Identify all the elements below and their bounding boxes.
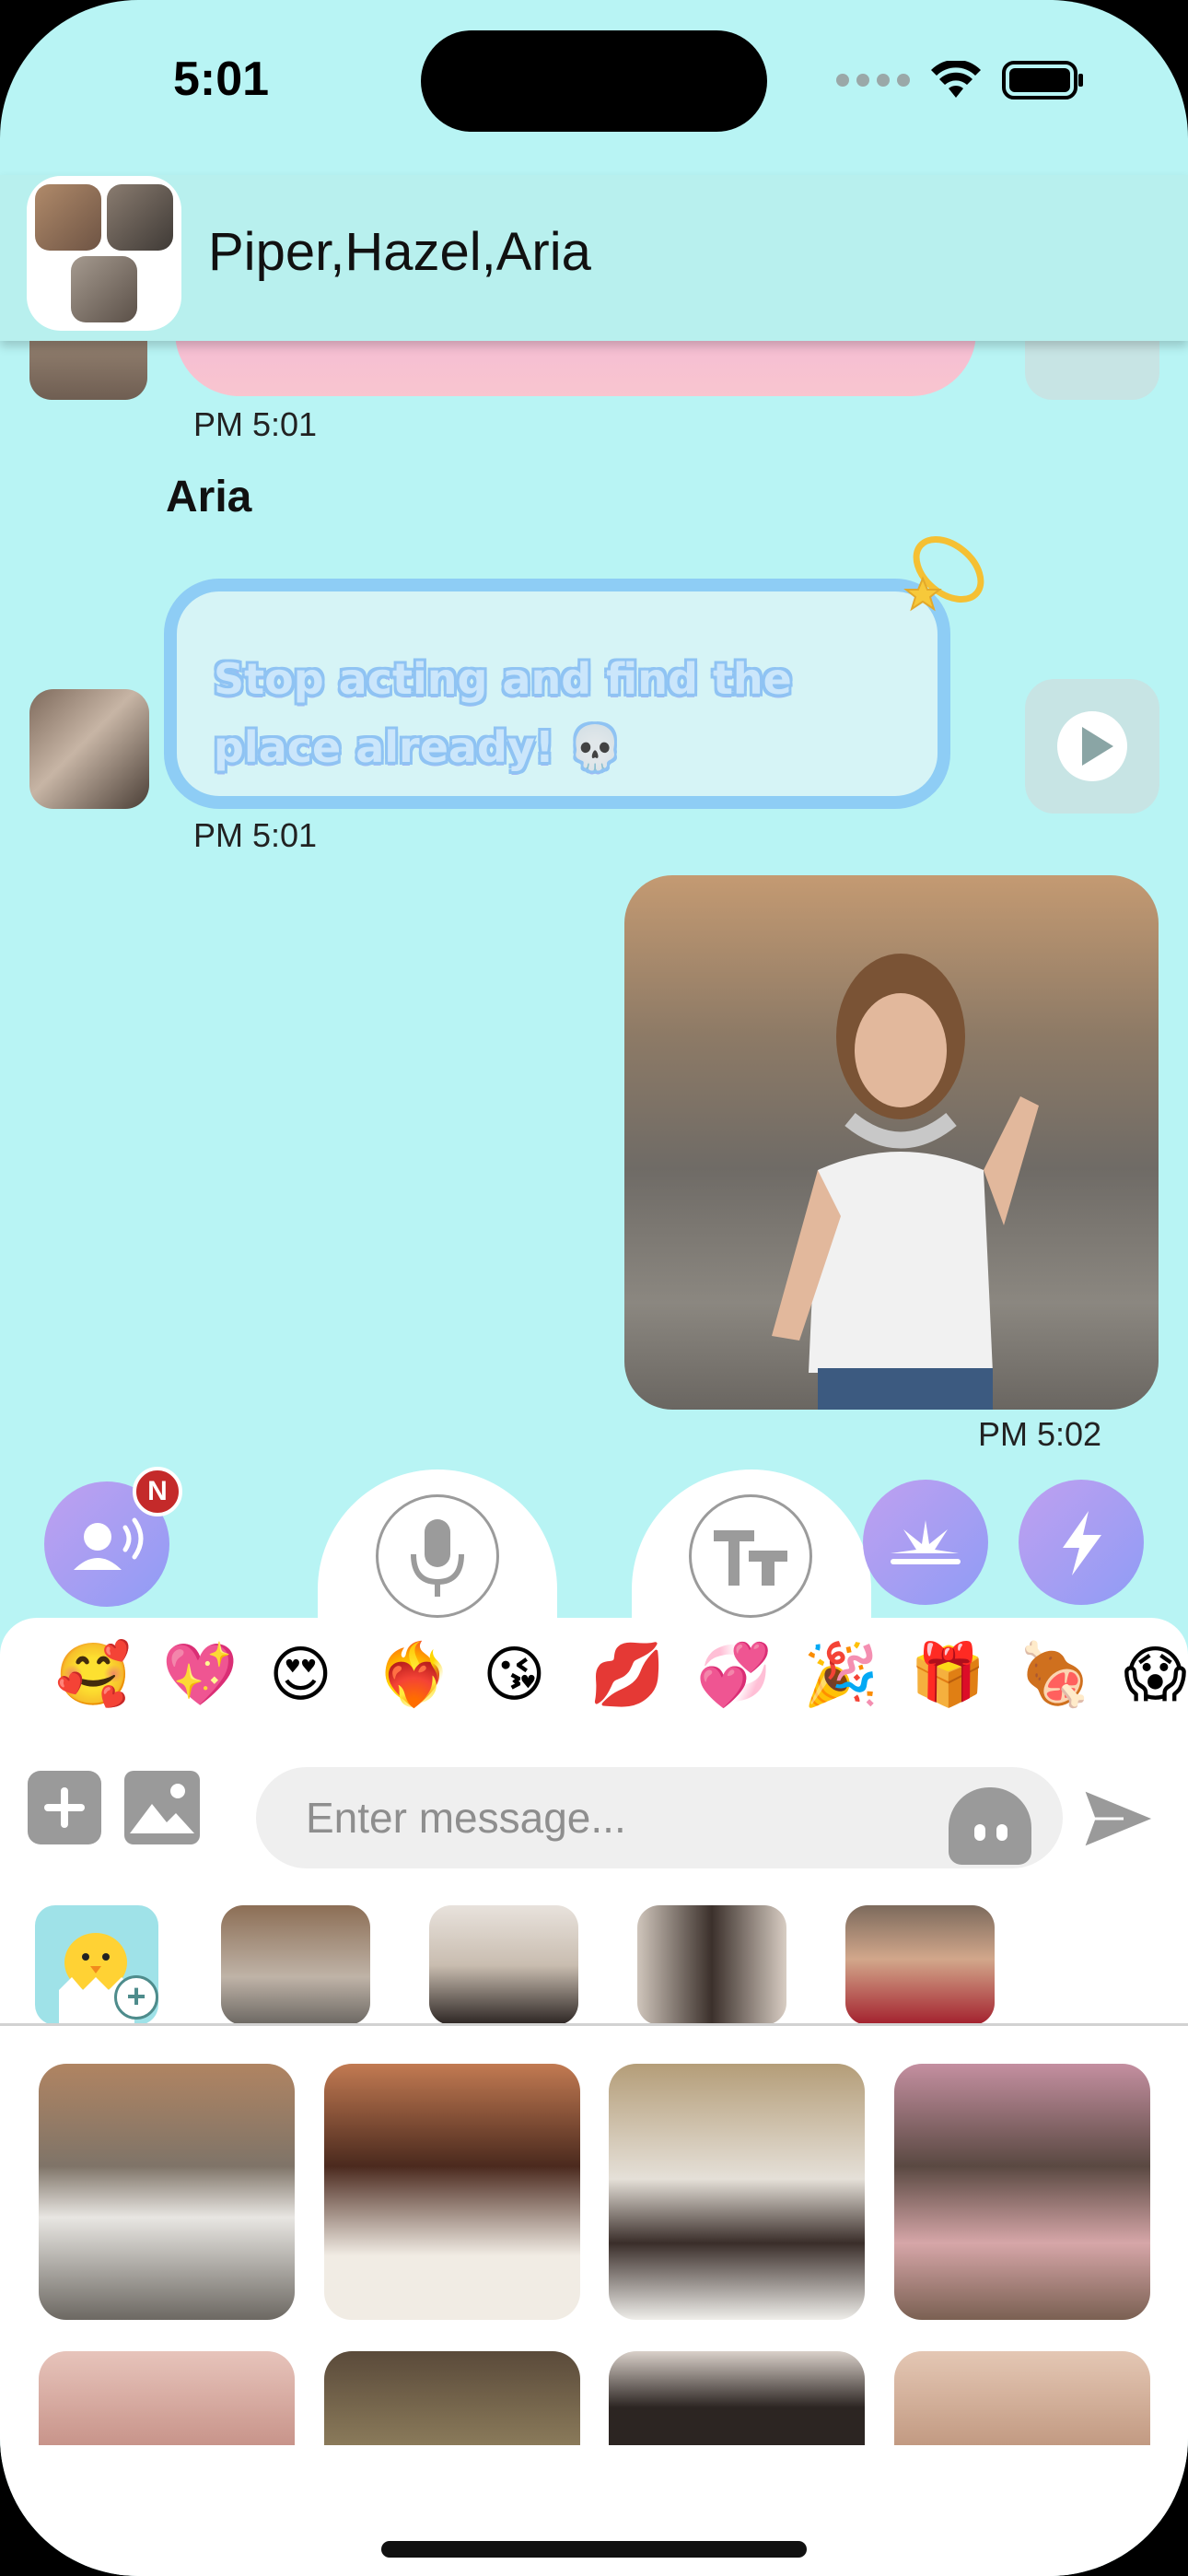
emoji-item[interactable]: 😍: [269, 1640, 332, 1710]
emoji-item[interactable]: 🎁: [910, 1640, 985, 1710]
video-thumbnail: [772, 954, 1039, 1410]
emoji-item[interactable]: 🍖: [1017, 1640, 1092, 1710]
effects-button[interactable]: [863, 1480, 988, 1605]
send-icon: [1081, 1787, 1157, 1850]
notification-badge: N: [133, 1467, 182, 1516]
add-avatar-icon[interactable]: +: [114, 1975, 158, 2020]
avatar-thumb[interactable]: [845, 1905, 995, 2025]
status-time: 5:01: [173, 53, 270, 106]
wifi-icon: [930, 61, 982, 100]
sender-avatar-aria[interactable]: [29, 689, 149, 809]
dynamic-island: [421, 30, 767, 132]
emoji-item[interactable]: 🥰: [55, 1640, 131, 1710]
emoji-item[interactable]: 😘: [483, 1640, 546, 1710]
video-tile[interactable]: [609, 2351, 865, 2445]
message-bubble-aria[interactable]: Stop acting and find the place already! …: [164, 579, 950, 809]
avatar-thumb[interactable]: [429, 1905, 578, 2025]
burst-icon: [891, 1520, 961, 1564]
cellular-dots-icon: [836, 74, 910, 87]
chat-title[interactable]: Piper,Hazel,Aria: [208, 221, 591, 283]
emoji-item[interactable]: 🎉: [803, 1640, 879, 1710]
emoji-item[interactable]: 💖: [162, 1640, 238, 1710]
video-tile[interactable]: [609, 2064, 865, 2320]
message-timestamp: PM 5:01: [193, 816, 318, 854]
add-button[interactable]: [28, 1771, 101, 1844]
emoji-item[interactable]: ❤️‍🔥: [376, 1640, 451, 1710]
emoji-item[interactable]: 💞: [696, 1640, 772, 1710]
video-tile[interactable]: [324, 2064, 580, 2320]
home-indicator[interactable]: [381, 2541, 807, 2558]
gallery-button[interactable]: [124, 1771, 200, 1844]
image-icon: [130, 1784, 194, 1833]
emoji-item[interactable]: 😱: [1124, 1640, 1187, 1710]
phone-screen: 5:01 PM 5:01 Aria Stop acting and find t…: [0, 0, 1188, 2576]
status-icons: [836, 61, 1085, 100]
tab-voice[interactable]: [376, 1494, 499, 1618]
mic-icon: [411, 1519, 464, 1597]
avatar-thumb[interactable]: [221, 1905, 370, 2025]
video-tile[interactable]: [324, 2351, 580, 2445]
emoji-item[interactable]: 💋: [589, 1640, 665, 1710]
video-tile[interactable]: [39, 2064, 295, 2320]
play-button[interactable]: [1025, 679, 1159, 814]
video-tile[interactable]: [894, 2064, 1150, 2320]
message-timestamp: PM 5:01: [193, 405, 318, 443]
text-style-icon: [714, 1530, 787, 1586]
message-text: Stop acting and find the place already! …: [214, 654, 792, 772]
chat-header: Piper,Hazel,Aria: [0, 175, 1188, 341]
battery-icon: [1002, 61, 1085, 100]
group-avatar[interactable]: [29, 179, 179, 328]
video-tile[interactable]: [894, 2351, 1150, 2445]
quick-action-button[interactable]: [1019, 1480, 1144, 1605]
lightning-icon: [1063, 1511, 1101, 1575]
video-tile[interactable]: [39, 2351, 295, 2445]
halo-star-icon: [895, 527, 991, 614]
avatar-selector-row: [0, 1905, 1188, 2025]
message-input[interactable]: [256, 1767, 1063, 1868]
video-message[interactable]: [624, 875, 1159, 1410]
divider: [0, 2023, 1188, 2026]
send-button[interactable]: [1079, 1782, 1159, 1856]
message-timestamp: PM 5:02: [978, 1415, 1102, 1453]
avatar-thumb[interactable]: [637, 1905, 786, 2025]
emoji-quick-bar: 🥰 💖 😍 ❤️‍🔥 😘 💋 💞 🎉 🎁 🍖 😱: [55, 1640, 1187, 1710]
sender-name: Aria: [166, 473, 252, 521]
tab-text-style[interactable]: [689, 1494, 812, 1618]
avatar-face-button[interactable]: [949, 1787, 1031, 1865]
